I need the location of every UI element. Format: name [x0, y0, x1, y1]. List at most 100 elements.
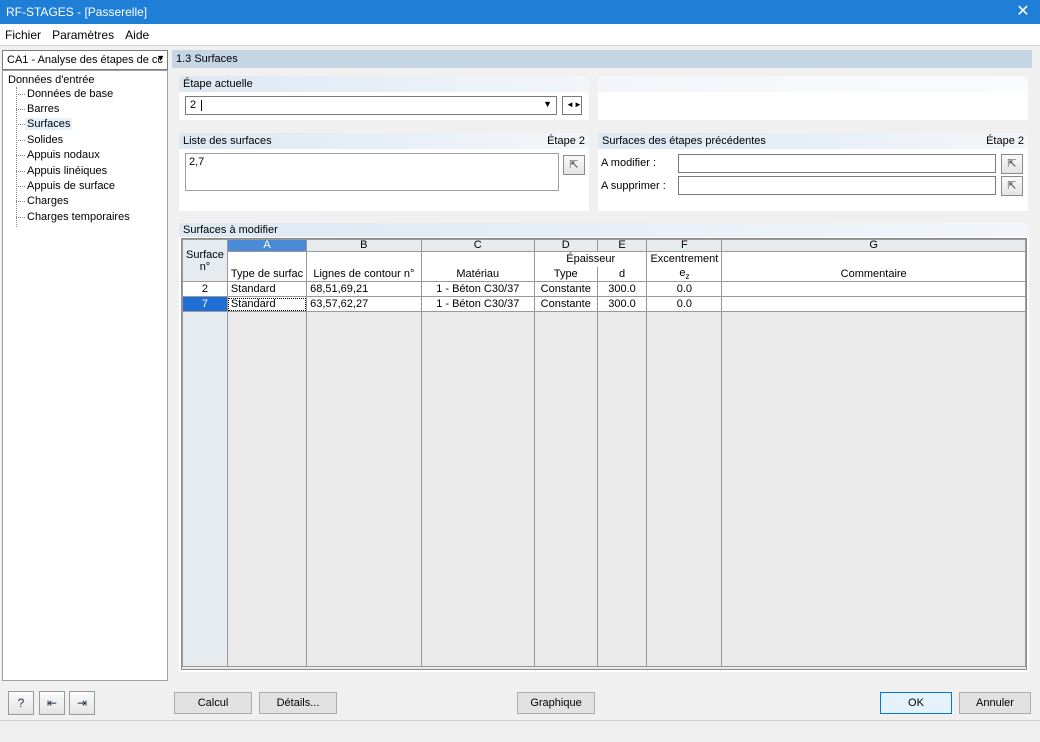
header-excentrement: Excentrement [646, 251, 723, 267]
surface-list-stage: Étape 2 [547, 135, 585, 147]
details-button[interactable]: Détails... [259, 692, 337, 714]
prev-stage-icon[interactable]: ◄ [566, 100, 574, 109]
column-letter-f[interactable]: F [646, 239, 723, 252]
cell-type[interactable]: Standard [226, 296, 308, 312]
tree-item-barres[interactable]: Barres [27, 103, 59, 115]
menu-fichier[interactable]: Fichier [0, 24, 44, 42]
cell-comment[interactable] [721, 281, 1026, 297]
tree-item-charges[interactable]: Charges [27, 195, 69, 207]
annuler-button[interactable]: Annuler [959, 692, 1031, 714]
pick-cursor-icon: ⇱ [1007, 158, 1017, 170]
pick-modify-button[interactable]: ⇱ [1001, 154, 1023, 174]
chevron-down-icon: ▼ [543, 99, 552, 109]
surface-list-title: Liste des surfaces [183, 135, 272, 147]
menu-parametres[interactable]: Paramètres [47, 24, 117, 42]
cell-d[interactable]: 300.0 [596, 296, 648, 312]
delete-label: A supprimer : [601, 180, 666, 192]
stage-select[interactable]: 2 ▼ [185, 96, 557, 115]
stage-spinner[interactable]: ◄ ► [562, 96, 582, 115]
column-letter-g[interactable]: G [721, 239, 1026, 252]
case-select-value: CA1 - Analyse des étapes de cc [7, 54, 163, 66]
row-number[interactable]: 2 [182, 281, 228, 297]
cell-ez[interactable]: 0.0 [646, 281, 723, 297]
window-title: RF-STAGES - [Passerelle] [6, 5, 148, 19]
header-type: Type [533, 266, 598, 282]
header-lignes-contour: Lignes de contour n° [306, 266, 422, 282]
title-bar: RF-STAGES - [Passerelle] ✕ [0, 0, 1040, 24]
modify-label: A modifier : [601, 157, 657, 169]
header-ez: ez [646, 266, 723, 282]
ok-button[interactable]: OK [880, 692, 952, 714]
header-d: d [596, 266, 648, 282]
cell-lines[interactable]: 68,51,69,21 [306, 281, 422, 297]
close-icon[interactable]: ✕ [1006, 0, 1040, 24]
tree-item-charges-temporaires[interactable]: Charges temporaires [27, 211, 130, 223]
surfaces-table: Surface n° A B C D E F G Épaisseur Excent… [181, 238, 1027, 670]
status-bar [0, 720, 1040, 742]
empty-rows-area [182, 311, 1026, 667]
tree-item-appuis-nodaux[interactable]: Appuis nodaux [27, 149, 100, 161]
cell-thickness-type[interactable]: Constante [533, 296, 598, 312]
header-materiau: Matériau [420, 266, 535, 282]
current-stage-group: Étape actuelle 2 ▼ ◄ ► [179, 76, 589, 120]
header-commentaire: Commentaire [721, 266, 1026, 282]
tree-item-solides[interactable]: Solides [27, 134, 63, 146]
import-icon: ⇤ [46, 696, 58, 710]
row-header-label: Surface n° [182, 239, 228, 282]
tree-item-appuis-de-surface[interactable]: Appuis de surface [27, 180, 115, 192]
chevron-down-icon: ▼ [156, 53, 165, 63]
next-stage-icon[interactable]: ► [574, 100, 582, 109]
cell-material[interactable]: 1 - Béton C30/37 [420, 296, 535, 312]
current-stage-title: Étape actuelle [183, 78, 253, 90]
table-row[interactable]: 2 Standard 68,51,69,21 1 - Béton C30/37 … [182, 281, 1026, 297]
cell-ez[interactable]: 0.0 [646, 296, 723, 312]
export-icon: ⇥ [76, 696, 88, 710]
cell-material[interactable]: 1 - Béton C30/37 [420, 281, 535, 297]
column-letter-d[interactable]: D [533, 239, 598, 252]
help-icon: ? [17, 696, 25, 710]
tree-line [16, 87, 17, 227]
table-row[interactable]: 7 Standard 63,57,62,27 1 - Béton C30/37 … [182, 296, 1026, 312]
tree-item-surfaces[interactable]: Surfaces [25, 118, 73, 130]
column-letter-c[interactable]: C [420, 239, 535, 252]
modify-input[interactable] [678, 154, 996, 173]
stage-select-value: 2 [190, 99, 197, 111]
row-number[interactable]: 7 [182, 296, 228, 312]
graphique-button[interactable]: Graphique [517, 692, 595, 714]
surface-list-group: Liste des surfaces Étape 2 2,7 ⇱ [179, 133, 589, 211]
menu-bar: Fichier Paramètres Aide [0, 24, 1040, 46]
export-button[interactable]: ⇥ [69, 691, 95, 715]
tree-item-donnees-de-base[interactable]: Données de base [27, 88, 113, 100]
cell-type[interactable]: Standard [226, 281, 308, 297]
surfaces-table-title: Surfaces à modifier [183, 224, 278, 236]
pick-cursor-icon: ⇱ [569, 159, 579, 171]
surfaces-table-group: Surfaces à modifier Surface n° A B C D E … [179, 223, 1029, 672]
import-button[interactable]: ⇤ [39, 691, 65, 715]
column-letter-e[interactable]: E [596, 239, 648, 252]
pick-delete-button[interactable]: ⇱ [1001, 176, 1023, 196]
cell-lines[interactable]: 63,57,62,27 [306, 296, 422, 312]
cell-comment[interactable] [721, 296, 1026, 312]
section-title: 1.3 Surfaces [172, 50, 1032, 68]
cell-d[interactable]: 300.0 [596, 281, 648, 297]
empty-panel [598, 76, 1028, 120]
tree-root[interactable]: Données d'entrée [8, 74, 95, 86]
surface-list-input[interactable]: 2,7 [185, 153, 559, 191]
cell-thickness-type[interactable]: Constante [533, 281, 598, 297]
pick-cursor-icon: ⇱ [1007, 180, 1017, 192]
header-epaisseur: Épaisseur [533, 251, 648, 267]
column-letter-b[interactable]: B [306, 239, 422, 252]
column-letter-a[interactable]: A [226, 239, 308, 252]
header-type-surface: Type de surfac [226, 266, 308, 282]
pick-surfaces-button[interactable]: ⇱ [563, 155, 585, 175]
previous-stages-group: Surfaces des étapes précédentes Étape 2 … [598, 133, 1028, 211]
calcul-button[interactable]: Calcul [174, 692, 252, 714]
tree-item-appuis-lineiques[interactable]: Appuis linéiques [27, 165, 107, 177]
previous-stages-stage: Étape 2 [986, 135, 1024, 147]
menu-aide[interactable]: Aide [120, 24, 152, 42]
previous-stages-title: Surfaces des étapes précédentes [602, 135, 766, 147]
navigation-tree: Données d'entrée Données de base Barres … [2, 70, 168, 681]
case-select[interactable]: CA1 - Analyse des étapes de cc ▼ [2, 50, 168, 70]
delete-input[interactable] [678, 176, 996, 195]
help-button[interactable]: ? [8, 691, 34, 715]
